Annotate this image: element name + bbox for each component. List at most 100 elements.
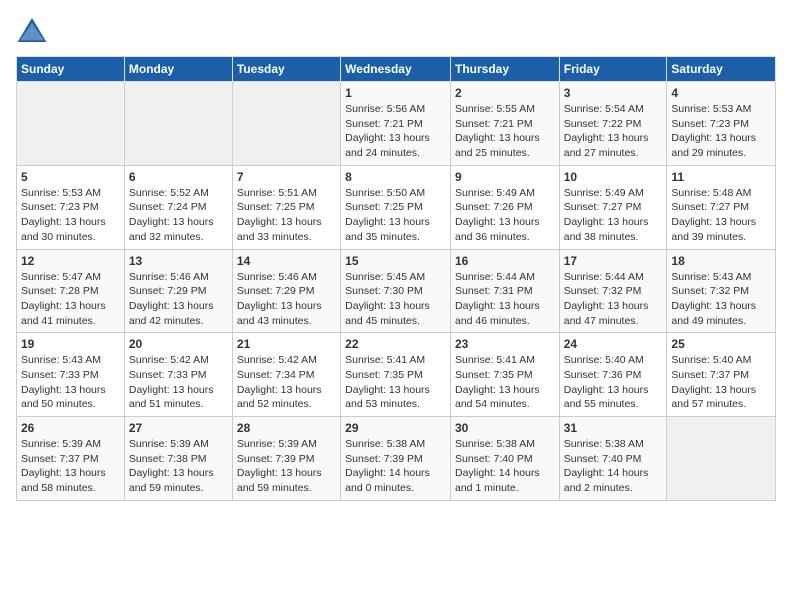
weekday-row: SundayMondayTuesdayWednesdayThursdayFrid…	[17, 57, 776, 82]
day-number: 6	[129, 170, 228, 184]
calendar-cell: 16 Sunrise: 5:44 AM Sunset: 7:31 PM Dayli…	[450, 249, 559, 333]
day-info: Sunrise: 5:44 AM Sunset: 7:31 PM Dayligh…	[455, 270, 555, 329]
day-number: 10	[564, 170, 663, 184]
day-number: 16	[455, 254, 555, 268]
calendar-cell: 12Sunrise: 5:47 AM Sunset: 7:28 PM Dayli…	[17, 249, 125, 333]
day-info: Sunrise: 5:54 AM Sunset: 7:22 PM Dayligh…	[564, 102, 663, 161]
day-info: Sunrise: 5:53 AM Sunset: 7:23 PM Dayligh…	[21, 186, 120, 245]
weekday-header-friday: Friday	[559, 57, 667, 82]
day-info: Sunrise: 5:56 AM Sunset: 7:21 PM Dayligh…	[345, 102, 446, 161]
day-number: 13	[129, 254, 228, 268]
calendar-cell: 10 Sunrise: 5:49 AM Sunset: 7:27 PM Dayli…	[559, 165, 667, 249]
day-info: Sunrise: 5:53 AM Sunset: 7:23 PM Dayligh…	[671, 102, 771, 161]
day-number: 3	[564, 86, 663, 100]
calendar-cell: 9 Sunrise: 5:49 AM Sunset: 7:26 PM Daylig…	[450, 165, 559, 249]
calendar-cell: 25Sunrise: 5:40 AM Sunset: 7:37 PM Dayli…	[667, 333, 776, 417]
day-info: Sunrise: 5:47 AM Sunset: 7:28 PM Dayligh…	[21, 270, 120, 329]
weekday-header-thursday: Thursday	[450, 57, 559, 82]
day-number: 7	[237, 170, 336, 184]
calendar-week-1: 1 Sunrise: 5:56 AM Sunset: 7:21 PM Daylig…	[17, 82, 776, 166]
calendar-cell: 2 Sunrise: 5:55 AM Sunset: 7:21 PM Daylig…	[450, 82, 559, 166]
day-info: Sunrise: 5:41 AM Sunset: 7:35 PM Dayligh…	[455, 353, 555, 412]
day-info: Sunrise: 5:42 AM Sunset: 7:34 PM Dayligh…	[237, 353, 336, 412]
day-info: Sunrise: 5:51 AM Sunset: 7:25 PM Dayligh…	[237, 186, 336, 245]
calendar-cell: 24 Sunrise: 5:40 AM Sunset: 7:36 PM Dayli…	[559, 333, 667, 417]
calendar-cell: 29Sunrise: 5:38 AM Sunset: 7:39 PM Dayli…	[341, 417, 451, 501]
day-info: Sunrise: 5:38 AM Sunset: 7:40 PM Dayligh…	[564, 437, 663, 496]
day-number: 24	[564, 337, 663, 351]
day-number: 19	[21, 337, 120, 351]
page-header	[16, 16, 776, 44]
day-info: Sunrise: 5:46 AM Sunset: 7:29 PM Dayligh…	[129, 270, 228, 329]
day-info: Sunrise: 5:39 AM Sunset: 7:39 PM Dayligh…	[237, 437, 336, 496]
calendar-cell	[232, 82, 340, 166]
day-info: Sunrise: 5:41 AM Sunset: 7:35 PM Dayligh…	[345, 353, 446, 412]
calendar-cell: 26 Sunrise: 5:39 AM Sunset: 7:37 PM Dayli…	[17, 417, 125, 501]
calendar-cell: 20 Sunrise: 5:42 AM Sunset: 7:33 PM Dayli…	[124, 333, 232, 417]
day-info: Sunrise: 5:46 AM Sunset: 7:29 PM Dayligh…	[237, 270, 336, 329]
day-number: 29	[345, 421, 446, 435]
calendar-cell: 28Sunrise: 5:39 AM Sunset: 7:39 PM Dayli…	[232, 417, 340, 501]
calendar-header: SundayMondayTuesdayWednesdayThursdayFrid…	[17, 57, 776, 82]
weekday-header-saturday: Saturday	[667, 57, 776, 82]
calendar-cell: 15 Sunrise: 5:45 AM Sunset: 7:30 PM Dayli…	[341, 249, 451, 333]
calendar-cell: 7 Sunrise: 5:51 AM Sunset: 7:25 PM Daylig…	[232, 165, 340, 249]
calendar-cell: 8 Sunrise: 5:50 AM Sunset: 7:25 PM Daylig…	[341, 165, 451, 249]
day-info: Sunrise: 5:50 AM Sunset: 7:25 PM Dayligh…	[345, 186, 446, 245]
calendar-cell	[667, 417, 776, 501]
day-info: Sunrise: 5:48 AM Sunset: 7:27 PM Dayligh…	[671, 186, 771, 245]
day-info: Sunrise: 5:40 AM Sunset: 7:36 PM Dayligh…	[564, 353, 663, 412]
calendar-cell: 14Sunrise: 5:46 AM Sunset: 7:29 PM Dayli…	[232, 249, 340, 333]
calendar-cell: 4Sunrise: 5:53 AM Sunset: 7:23 PM Daylig…	[667, 82, 776, 166]
day-info: Sunrise: 5:40 AM Sunset: 7:37 PM Dayligh…	[671, 353, 771, 412]
day-number: 20	[129, 337, 228, 351]
day-number: 23	[455, 337, 555, 351]
day-number: 26	[21, 421, 120, 435]
day-info: Sunrise: 5:42 AM Sunset: 7:33 PM Dayligh…	[129, 353, 228, 412]
day-number: 5	[21, 170, 120, 184]
day-number: 27	[129, 421, 228, 435]
day-number: 9	[455, 170, 555, 184]
day-number: 15	[345, 254, 446, 268]
day-number: 22	[345, 337, 446, 351]
weekday-header-sunday: Sunday	[17, 57, 125, 82]
calendar-cell	[17, 82, 125, 166]
day-info: Sunrise: 5:55 AM Sunset: 7:21 PM Dayligh…	[455, 102, 555, 161]
weekday-header-tuesday: Tuesday	[232, 57, 340, 82]
calendar-cell: 27 Sunrise: 5:39 AM Sunset: 7:38 PM Dayli…	[124, 417, 232, 501]
day-info: Sunrise: 5:43 AM Sunset: 7:32 PM Dayligh…	[671, 270, 771, 329]
day-info: Sunrise: 5:39 AM Sunset: 7:38 PM Dayligh…	[129, 437, 228, 496]
calendar-table: SundayMondayTuesdayWednesdayThursdayFrid…	[16, 56, 776, 501]
day-number: 2	[455, 86, 555, 100]
calendar-cell: 6 Sunrise: 5:52 AM Sunset: 7:24 PM Daylig…	[124, 165, 232, 249]
calendar-cell: 19 Sunrise: 5:43 AM Sunset: 7:33 PM Dayli…	[17, 333, 125, 417]
day-info: Sunrise: 5:38 AM Sunset: 7:40 PM Dayligh…	[455, 437, 555, 496]
calendar-cell: 5 Sunrise: 5:53 AM Sunset: 7:23 PM Daylig…	[17, 165, 125, 249]
calendar-cell: 11 Sunrise: 5:48 AM Sunset: 7:27 PM Dayli…	[667, 165, 776, 249]
day-info: Sunrise: 5:39 AM Sunset: 7:37 PM Dayligh…	[21, 437, 120, 496]
day-info: Sunrise: 5:52 AM Sunset: 7:24 PM Dayligh…	[129, 186, 228, 245]
day-number: 8	[345, 170, 446, 184]
day-number: 21	[237, 337, 336, 351]
calendar-cell: 21 Sunrise: 5:42 AM Sunset: 7:34 PM Dayli…	[232, 333, 340, 417]
day-number: 17	[564, 254, 663, 268]
day-info: Sunrise: 5:45 AM Sunset: 7:30 PM Dayligh…	[345, 270, 446, 329]
day-number: 1	[345, 86, 446, 100]
logo	[16, 16, 54, 44]
day-number: 31	[564, 421, 663, 435]
calendar-cell: 3 Sunrise: 5:54 AM Sunset: 7:22 PM Daylig…	[559, 82, 667, 166]
calendar-week-3: 12Sunrise: 5:47 AM Sunset: 7:28 PM Dayli…	[17, 249, 776, 333]
day-info: Sunrise: 5:44 AM Sunset: 7:32 PM Dayligh…	[564, 270, 663, 329]
day-info: Sunrise: 5:49 AM Sunset: 7:26 PM Dayligh…	[455, 186, 555, 245]
day-number: 11	[671, 170, 771, 184]
day-number: 30	[455, 421, 555, 435]
calendar-cell: 30 Sunrise: 5:38 AM Sunset: 7:40 PM Dayli…	[450, 417, 559, 501]
calendar-cell: 1 Sunrise: 5:56 AM Sunset: 7:21 PM Daylig…	[341, 82, 451, 166]
day-info: Sunrise: 5:49 AM Sunset: 7:27 PM Dayligh…	[564, 186, 663, 245]
day-info: Sunrise: 5:43 AM Sunset: 7:33 PM Dayligh…	[21, 353, 120, 412]
calendar-cell: 31 Sunrise: 5:38 AM Sunset: 7:40 PM Dayli…	[559, 417, 667, 501]
calendar-cell: 22 Sunrise: 5:41 AM Sunset: 7:35 PM Dayli…	[341, 333, 451, 417]
weekday-header-wednesday: Wednesday	[341, 57, 451, 82]
calendar-body: 1 Sunrise: 5:56 AM Sunset: 7:21 PM Daylig…	[17, 82, 776, 501]
calendar-cell: 13 Sunrise: 5:46 AM Sunset: 7:29 PM Dayli…	[124, 249, 232, 333]
